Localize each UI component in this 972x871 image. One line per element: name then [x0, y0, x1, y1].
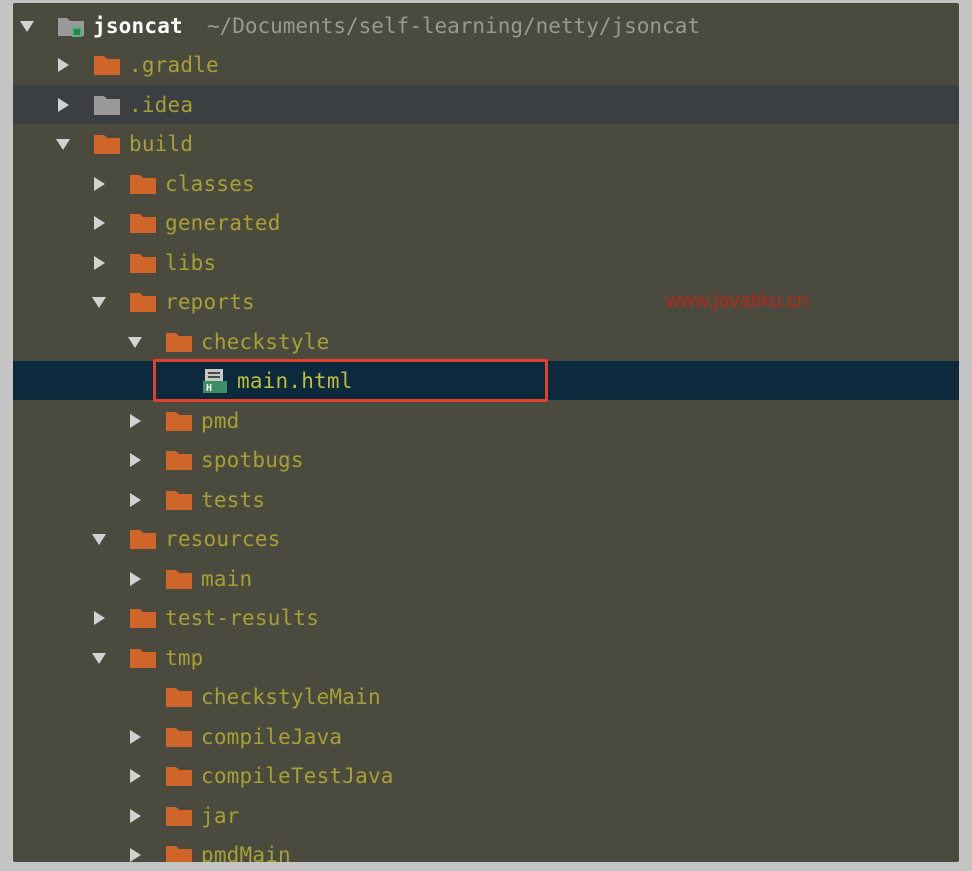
tree-item-label: test-results	[165, 605, 320, 630]
tree-row[interactable]: Hmain.html	[13, 361, 959, 400]
tree-root-row[interactable]: jsoncat ~/Documents/self-learning/netty/…	[13, 6, 959, 45]
tree-row[interactable]: tests	[13, 480, 959, 519]
tree-row[interactable]: .idea	[13, 85, 959, 124]
folder-icon	[129, 607, 157, 629]
tree-item-label: resources	[165, 526, 281, 551]
tree-item-label: jar	[201, 803, 240, 828]
folder-icon	[129, 647, 157, 669]
chevron-right-icon[interactable]	[91, 610, 107, 626]
tree-item-label: .idea	[129, 92, 194, 117]
folder-icon	[129, 212, 157, 234]
chevron-down-icon[interactable]	[91, 294, 107, 310]
tree-item-label: compileTestJava	[201, 763, 394, 788]
tree-row[interactable]: checkstyle	[13, 322, 959, 361]
tree-item-label: build	[129, 131, 194, 156]
folder-icon	[129, 252, 157, 274]
tree-row[interactable]: spotbugs	[13, 440, 959, 479]
tree-item-label: generated	[165, 210, 281, 235]
tree-item-label: tmp	[165, 645, 204, 670]
tree-row[interactable]: .gradle	[13, 45, 959, 84]
chevron-right-icon[interactable]	[127, 413, 143, 429]
tree-row[interactable]: test-results	[13, 598, 959, 637]
folder-icon	[129, 291, 157, 313]
tree-item-label: main.html	[237, 368, 353, 393]
tree-item-label: tests	[201, 487, 266, 512]
project-name: jsoncat	[93, 13, 183, 38]
tree-row[interactable]: classes	[13, 164, 959, 203]
chevron-right-icon[interactable]	[91, 255, 107, 271]
tree-item-label: classes	[165, 171, 255, 196]
chevron-right-icon[interactable]	[91, 215, 107, 231]
tree-row[interactable]: compileJava	[13, 717, 959, 756]
folder-icon	[165, 844, 193, 862]
folder-icon	[165, 765, 193, 787]
tree-item-label: main	[201, 566, 253, 591]
tree-item-label: checkstyleMain	[201, 684, 381, 709]
tree-row[interactable]: pmdMain	[13, 835, 959, 862]
folder-icon	[165, 686, 193, 708]
tree-item-label: pmdMain	[201, 842, 291, 863]
tree-row[interactable]: main	[13, 559, 959, 598]
html-file-icon: H	[201, 368, 229, 394]
chevron-right-icon[interactable]	[55, 57, 71, 73]
chevron-right-icon[interactable]	[127, 729, 143, 745]
tree-row[interactable]: libs	[13, 243, 959, 282]
chevron-down-icon[interactable]	[55, 136, 71, 152]
folder-icon	[129, 173, 157, 195]
tree-item-label: pmd	[201, 408, 240, 433]
folder-icon	[93, 54, 121, 76]
chevron-down-icon[interactable]	[91, 650, 107, 666]
tree-row[interactable]: compileTestJava	[13, 756, 959, 795]
module-folder-icon	[57, 15, 85, 37]
tree-row[interactable]: jar	[13, 796, 959, 835]
folder-icon	[165, 568, 193, 590]
tree-item-label: libs	[165, 250, 217, 275]
chevron-down-icon[interactable]	[91, 531, 107, 547]
project-tool-window: jsoncat ~/Documents/self-learning/netty/…	[0, 0, 972, 871]
tree-item-label: compileJava	[201, 724, 343, 749]
folder-icon	[93, 133, 121, 155]
chevron-right-icon[interactable]	[127, 571, 143, 587]
chevron-right-icon[interactable]	[127, 768, 143, 784]
tree-item-label: checkstyle	[201, 329, 330, 354]
project-path: ~/Documents/self-learning/netty/jsoncat	[206, 13, 700, 38]
folder-icon	[93, 94, 121, 116]
watermark-text: www.javatiku.cn	[666, 290, 809, 312]
chevron-right-icon[interactable]	[91, 176, 107, 192]
folder-icon	[165, 449, 193, 471]
tree-row[interactable]: checkstyleMain	[13, 677, 959, 716]
chevron-right-icon[interactable]	[55, 97, 71, 113]
svg-text:H: H	[206, 383, 212, 394]
folder-icon	[165, 331, 193, 353]
folder-icon	[129, 528, 157, 550]
chevron-right-icon[interactable]	[127, 452, 143, 468]
tree-row[interactable]: resources	[13, 519, 959, 558]
chevron-right-icon[interactable]	[127, 808, 143, 824]
chevron-right-icon[interactable]	[127, 847, 143, 863]
folder-icon	[165, 489, 193, 511]
tree-row[interactable]: generated	[13, 203, 959, 242]
project-tree[interactable]: jsoncat ~/Documents/self-learning/netty/…	[13, 3, 959, 862]
chevron-right-icon[interactable]	[127, 492, 143, 508]
folder-icon	[165, 726, 193, 748]
tree-row[interactable]: tmp	[13, 638, 959, 677]
tree-item-label: reports	[165, 289, 255, 314]
tree-row[interactable]: pmd	[13, 401, 959, 440]
tree-row[interactable]: build	[13, 124, 959, 163]
tree-item-label: .gradle	[129, 52, 219, 77]
tree-row[interactable]: reports	[13, 282, 959, 321]
chevron-down-icon[interactable]	[19, 18, 35, 34]
folder-icon	[165, 410, 193, 432]
tree-item-label: spotbugs	[201, 447, 304, 472]
folder-icon	[165, 805, 193, 827]
chevron-down-icon[interactable]	[127, 334, 143, 350]
